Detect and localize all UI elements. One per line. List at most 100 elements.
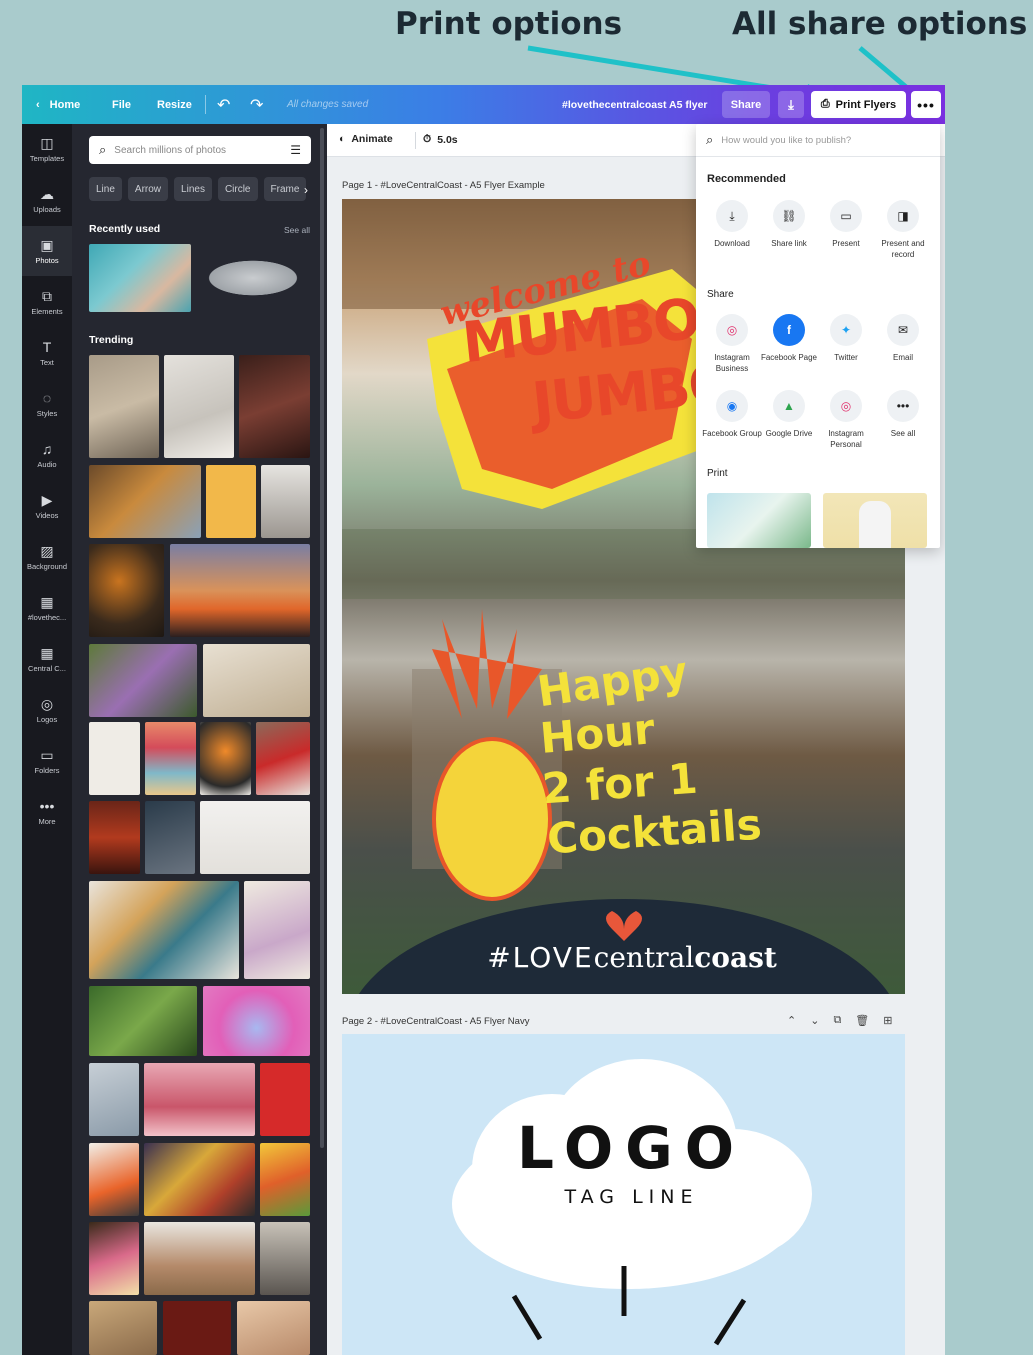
photo-trending[interactable]	[260, 1222, 310, 1295]
instagram-icon: ◎	[830, 390, 862, 422]
photo-trending[interactable]	[200, 801, 310, 874]
search-icon: ⌕	[99, 142, 107, 157]
resize-menu[interactable]: Resize	[157, 85, 192, 124]
duration-button[interactable]: ⏱ 5.0s	[423, 133, 458, 146]
photo-trending[interactable]	[256, 722, 310, 795]
redo-icon[interactable]: ↷	[250, 85, 263, 124]
facebook-page-option[interactable]: f Facebook Page	[759, 314, 819, 363]
photo-trending[interactable]	[145, 801, 195, 874]
photo-search-input[interactable]: ⌕ Search millions of photos ☰	[89, 136, 311, 164]
photo-trending[interactable]	[237, 1301, 310, 1355]
chip-frame[interactable]: Frame	[263, 177, 307, 201]
photo-trending[interactable]	[89, 722, 140, 795]
design-title[interactable]: #lovethecentralcoast A5 flyer	[562, 85, 708, 124]
nav-styles[interactable]: ◌ Styles	[22, 379, 72, 429]
page-2-flyer[interactable]: LOGO TAG LINE	[342, 1034, 905, 1355]
nav-elements[interactable]: ⧉ Elements	[22, 277, 72, 327]
photo-trending[interactable]	[239, 355, 310, 458]
see-all-link[interactable]: See all	[284, 225, 310, 235]
photo-trending[interactable]	[260, 1143, 310, 1216]
share-button[interactable]: Share	[722, 91, 770, 118]
photo-trending[interactable]	[89, 986, 197, 1056]
nav-photos[interactable]: ▣ Photos	[22, 226, 72, 276]
photo-recent-2[interactable]	[197, 256, 309, 300]
facebook-group-option[interactable]: ◉ Facebook Group	[702, 390, 762, 439]
chip-circle[interactable]: Circle	[217, 177, 258, 201]
photo-trending[interactable]	[89, 355, 159, 458]
instagram-business-option[interactable]: ◎ Instagram Business	[702, 314, 762, 374]
nav-folder-lovethec[interactable]: ▦ #lovethec...	[22, 583, 72, 633]
templates-icon: ◫	[40, 135, 54, 151]
nav-logos[interactable]: ◎ Logos	[22, 685, 72, 735]
trash-icon[interactable]: 🗑	[855, 1014, 869, 1027]
photo-trending[interactable]	[145, 722, 196, 795]
download-option[interactable]: ⤓ Download	[702, 200, 762, 249]
add-page-icon[interactable]: ⊞	[883, 1014, 892, 1027]
panel-scrollbar[interactable]	[320, 128, 324, 1148]
photo-trending[interactable]	[261, 465, 310, 538]
chevron-down-icon[interactable]: ⌄	[810, 1014, 819, 1027]
photo-trending[interactable]	[170, 544, 310, 637]
nav-audio[interactable]: ♫ Audio	[22, 430, 72, 480]
animate-button[interactable]: ◐ Animate	[339, 133, 393, 145]
elements-icon: ⧉	[42, 288, 52, 304]
download-icon: ⤓	[788, 96, 794, 112]
photo-trending[interactable]	[89, 644, 197, 717]
present-and-record-option[interactable]: ◨ Present and record	[873, 200, 933, 260]
email-option[interactable]: ✉ Email	[873, 314, 933, 363]
chip-arrow[interactable]: Arrow	[127, 177, 169, 201]
recently-used-heading: Recently used	[89, 223, 161, 235]
photo-trending[interactable]	[89, 1222, 139, 1295]
photo-trending[interactable]	[144, 1143, 255, 1216]
photo-trending[interactable]	[244, 881, 310, 979]
nav-videos[interactable]: ▶ Videos	[22, 481, 72, 531]
photo-trending[interactable]	[89, 544, 164, 637]
chevron-right-icon[interactable]: ›	[304, 183, 308, 197]
duplicate-icon[interactable]: ⧉	[833, 1014, 841, 1027]
chevron-up-icon[interactable]: ⌃	[787, 1014, 796, 1027]
home-button[interactable]: ‹ Home	[36, 85, 80, 124]
photo-trending[interactable]	[89, 465, 201, 538]
nav-background[interactable]: ▨ Background	[22, 532, 72, 582]
photo-trending[interactable]	[144, 1222, 255, 1295]
photo-trending[interactable]	[206, 465, 256, 538]
download-button[interactable]: ⤓	[778, 91, 804, 118]
photo-trending[interactable]	[144, 1063, 255, 1136]
chip-lines[interactable]: Lines	[174, 177, 212, 201]
nav-templates[interactable]: ◫ Templates	[22, 124, 72, 174]
nav-folders[interactable]: ▭ Folders	[22, 736, 72, 786]
print-flyers-button[interactable]: ⎙ Print Flyers	[811, 91, 906, 118]
photo-trending[interactable]	[203, 644, 310, 717]
photo-trending[interactable]	[203, 986, 310, 1056]
undo-icon[interactable]: ↶	[217, 85, 230, 124]
google-drive-option[interactable]: ▲ Google Drive	[759, 390, 819, 439]
present-option[interactable]: ▭ Present	[816, 200, 876, 249]
share-link-option[interactable]: ⛓ Share link	[759, 200, 819, 249]
photo-trending[interactable]	[164, 355, 234, 458]
photo-trending[interactable]	[89, 801, 140, 874]
photo-trending[interactable]	[89, 1063, 139, 1136]
print-product-flyer[interactable]	[707, 493, 811, 548]
filter-icon[interactable]: ☰	[290, 143, 301, 157]
instagram-personal-option[interactable]: ◎ Instagram Personal	[816, 390, 876, 450]
more-options-button[interactable]: •••	[911, 91, 941, 118]
file-menu[interactable]: File	[112, 85, 131, 124]
photo-trending[interactable]	[89, 1301, 157, 1355]
nav-uploads[interactable]: ☁ Uploads	[22, 175, 72, 225]
photo-recent-1[interactable]	[89, 244, 191, 312]
audio-icon: ♫	[41, 441, 53, 457]
print-product-hoodie[interactable]	[823, 493, 927, 548]
nav-folder-central[interactable]: ▦ Central C...	[22, 634, 72, 684]
publish-search-input[interactable]: ⌕ How would you like to publish?	[696, 124, 940, 157]
photo-trending[interactable]	[163, 1301, 231, 1355]
photo-trending[interactable]	[89, 1143, 139, 1216]
photo-trending[interactable]	[200, 722, 251, 795]
nav-more[interactable]: ••• More	[22, 787, 72, 837]
photo-trending[interactable]	[260, 1063, 310, 1136]
nav-text[interactable]: T Text	[22, 328, 72, 378]
download-icon: ⤓	[716, 200, 748, 232]
chip-line[interactable]: Line	[89, 177, 122, 201]
photo-trending[interactable]	[89, 881, 239, 979]
see-all-option[interactable]: ••• See all	[873, 390, 933, 439]
twitter-option[interactable]: ✦ Twitter	[816, 314, 876, 363]
